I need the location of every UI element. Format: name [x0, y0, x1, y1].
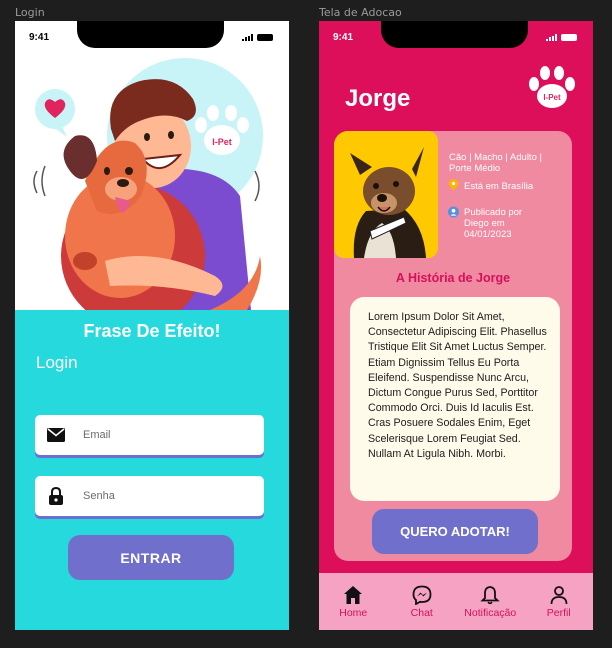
- login-form-panel: Frase De Efeito! Login ENTRAR: [15, 310, 289, 630]
- nav-item-chat[interactable]: Chat: [388, 573, 457, 630]
- nav-item-notifications[interactable]: Notificação: [456, 573, 525, 630]
- login-button[interactable]: ENTRAR: [68, 535, 234, 580]
- user-icon: [550, 586, 568, 605]
- dog-photo-image: [350, 147, 426, 258]
- pet-card: Cão | Macho | Adulto | Porte Médio Está …: [334, 131, 572, 561]
- slogan: Frase De Efeito!: [83, 321, 221, 341]
- bottom-nav: Home Chat Notificação Perfil: [319, 573, 593, 630]
- signal-icon: [546, 34, 557, 41]
- pet-photo: [334, 131, 438, 258]
- pet-name-title: Jorge: [345, 85, 411, 112]
- phone-notch: [77, 21, 224, 48]
- ipet-logo: I-Pet: [195, 105, 249, 155]
- nav-label-chat: Chat: [410, 607, 433, 619]
- pet-details: Cão | Macho | Adulto | Porte Médio: [449, 152, 542, 174]
- published-date: 04/01/2023: [464, 229, 512, 240]
- nav-label-notifications: Notificação: [464, 607, 517, 619]
- email-input[interactable]: [83, 429, 243, 441]
- location-pin-icon: [448, 179, 459, 191]
- ipet-logo: I-Pet: [529, 66, 575, 108]
- signal-icon: [242, 34, 253, 41]
- password-field[interactable]: [35, 476, 264, 516]
- bell-icon: [480, 586, 500, 605]
- login-title: Login: [36, 353, 78, 372]
- battery-icon: [257, 34, 273, 41]
- messenger-icon: [412, 585, 432, 605]
- login-screen: 9:41 I-Pet Frase De Efeito! Login Email …: [15, 21, 289, 630]
- status-icons: [242, 34, 273, 41]
- home-icon: [344, 586, 363, 604]
- story-box: Lorem Ipsum Dolor Sit Amet, Consectetur …: [350, 297, 560, 501]
- nav-item-home[interactable]: Home: [319, 573, 388, 630]
- story-title: A História de Jorge: [395, 271, 511, 285]
- email-field[interactable]: [35, 415, 264, 455]
- adoption-screen: 9:41 Jorge I-Pet Cão | Macho | Adulto | …: [319, 21, 593, 630]
- nav-label-home: Home: [339, 607, 368, 619]
- phone-notch: [381, 21, 528, 48]
- man-hugging-dog-illustration: [15, 58, 289, 310]
- lock-icon: [46, 486, 66, 506]
- story-text: Lorem Ipsum Dolor Sit Amet, Consectetur …: [368, 311, 547, 460]
- logo-text: I-Pet: [543, 93, 561, 102]
- adopt-button[interactable]: QUERO ADOTAR!: [372, 509, 538, 554]
- published-author: Diego em: [464, 218, 505, 229]
- nav-label-profile: Perfil: [546, 607, 571, 619]
- mail-icon: [46, 425, 66, 445]
- status-time: 9:41: [333, 32, 354, 43]
- status-time: 9:41: [29, 32, 50, 43]
- status-icons: [546, 34, 577, 41]
- hero-illustration: I-Pet: [15, 21, 289, 310]
- nav-item-profile[interactable]: Perfil: [525, 573, 594, 630]
- logo-text: I-Pet: [212, 137, 232, 147]
- battery-icon: [561, 34, 577, 41]
- pet-location: Está em Brasília: [464, 181, 534, 192]
- password-input[interactable]: [83, 490, 243, 502]
- published-by: Publicado por: [464, 207, 523, 218]
- frame-label-login: Login: [15, 6, 45, 19]
- user-avatar-icon: [448, 206, 459, 218]
- frame-label-adoption: Tela de Adocao: [319, 6, 402, 19]
